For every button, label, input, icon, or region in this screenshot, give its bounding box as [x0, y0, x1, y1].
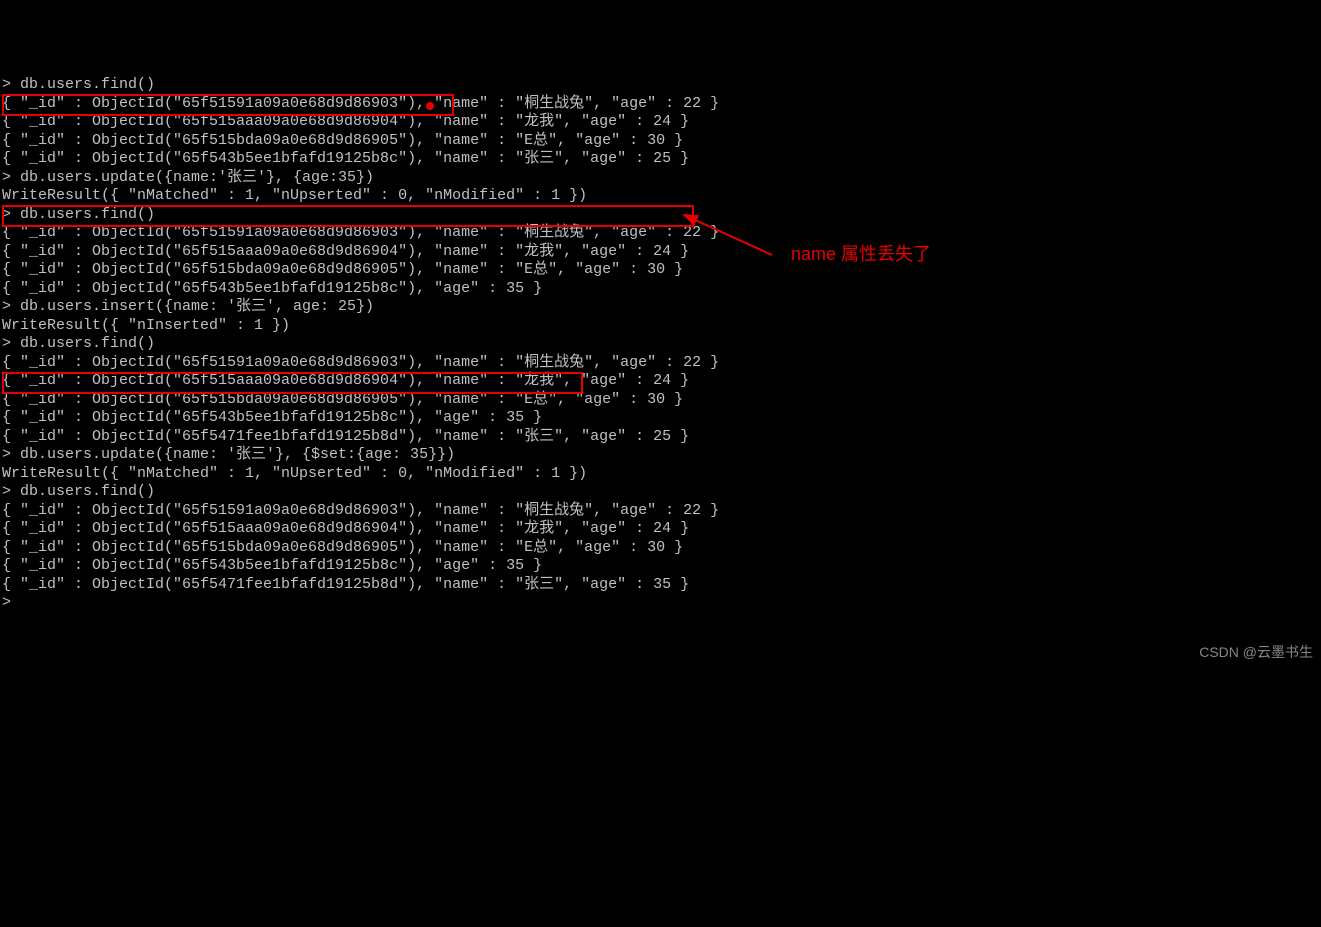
annotation-arrow [0, 0, 1321, 669]
annotation-text: name 属性丢失了 [791, 245, 931, 264]
